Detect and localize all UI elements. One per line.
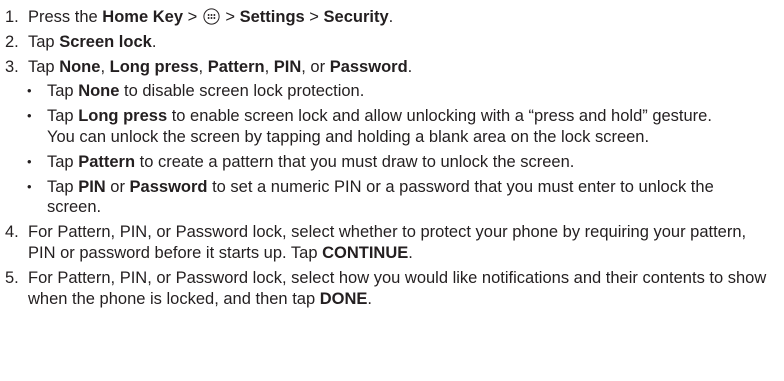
text-run: Tap	[47, 177, 79, 196]
bullet-text: Tap None to disable screen lock protecti…	[47, 81, 784, 102]
step-text: Press the Home Key > > Settings > Securi…	[28, 7, 784, 28]
step-text: For Pattern, PIN, or Password lock, sele…	[28, 222, 784, 264]
text-run: .	[367, 289, 372, 308]
text-run: or	[105, 177, 130, 196]
step-item: 3. Tap None, Long press, Pattern, PIN, or…	[0, 57, 784, 78]
bold-term: Home Key	[102, 8, 183, 26]
step-number: 1.	[5, 8, 19, 26]
step-number: 4.	[5, 223, 19, 242]
bold-term: Settings	[239, 8, 305, 26]
text-run: ,	[100, 57, 110, 76]
text-run: .	[151, 32, 157, 51]
bullet-text: Tap Long press to enable screen lock and…	[47, 106, 784, 148]
step-item: 5. For Pattern, PIN, or Password lock, se…	[0, 268, 784, 310]
text-run: >	[304, 8, 324, 26]
text-run: to create a pattern that you must draw t…	[135, 152, 575, 171]
bold-term: None	[78, 82, 120, 101]
bold-term: None	[59, 57, 101, 76]
text-run: >	[220, 8, 240, 26]
bullet-marker: •	[27, 153, 32, 169]
bold-term: Password	[129, 177, 208, 196]
bullet-text: Tap Pattern to create a pattern that you…	[47, 152, 784, 173]
step-item: 2. Tap Screen lock.	[0, 32, 784, 53]
step-item: 1. Press the Home Key > > Settings > Secu…	[0, 7, 784, 28]
bold-term: PIN	[78, 177, 106, 196]
bullet-text: Tap PIN or Password to set a numeric PIN…	[47, 177, 784, 219]
text-run: Tap	[47, 82, 79, 101]
bullet-marker: •	[27, 83, 32, 99]
bold-term: Password	[329, 57, 408, 76]
text-run: .	[408, 243, 413, 262]
text-run: Tap	[28, 57, 60, 76]
text-run: >	[183, 8, 202, 26]
bullet-marker: •	[27, 108, 32, 124]
text-run: .	[388, 8, 394, 26]
bullet-item: • Tap Long press to enable screen lock an…	[0, 106, 784, 148]
text-run: to disable screen lock protection.	[119, 82, 365, 101]
bullet-item: • Tap PIN or Password to set a numeric PI…	[0, 177, 784, 219]
apps-icon	[203, 8, 220, 25]
text-run: Press the	[28, 8, 103, 26]
instructions-document: 1. Press the Home Key > > Settings > Secu…	[0, 0, 784, 309]
text-run: , or	[301, 57, 330, 76]
step-number: 2.	[5, 32, 19, 51]
bold-term: Pattern	[78, 152, 136, 171]
step-item: 4. For Pattern, PIN, or Password lock, se…	[0, 222, 784, 264]
bold-term: Security	[323, 8, 389, 26]
bold-term: PIN	[273, 57, 302, 76]
bold-term: CONTINUE	[322, 243, 409, 262]
bullet-list: • Tap None to disable screen lock protect…	[0, 81, 784, 218]
bold-term: Long press	[109, 57, 199, 76]
bold-term: Pattern	[207, 57, 265, 76]
text-run: For Pattern, PIN, or Password lock, sele…	[28, 268, 767, 308]
step-text: Tap None, Long press, Pattern, PIN, or P…	[28, 57, 784, 78]
step-text: For Pattern, PIN, or Password lock, sele…	[28, 268, 784, 310]
text-run: Tap	[47, 107, 79, 126]
text-run: Tap	[28, 32, 60, 51]
step-number: 5.	[5, 268, 19, 287]
bold-term: Long press	[78, 107, 168, 126]
text-run: ,	[198, 57, 208, 76]
step-text: Tap Screen lock.	[28, 32, 784, 53]
text-run: Tap	[47, 152, 79, 171]
text-run: ,	[264, 57, 274, 76]
bullet-item: • Tap Pattern to create a pattern that yo…	[0, 152, 784, 173]
bullet-item: • Tap None to disable screen lock protect…	[0, 81, 784, 102]
text-run: .	[407, 57, 413, 76]
step-number: 3.	[5, 57, 19, 76]
bold-term: Screen lock	[59, 32, 152, 51]
bullet-marker: •	[27, 178, 32, 194]
bold-term: DONE	[319, 289, 368, 308]
